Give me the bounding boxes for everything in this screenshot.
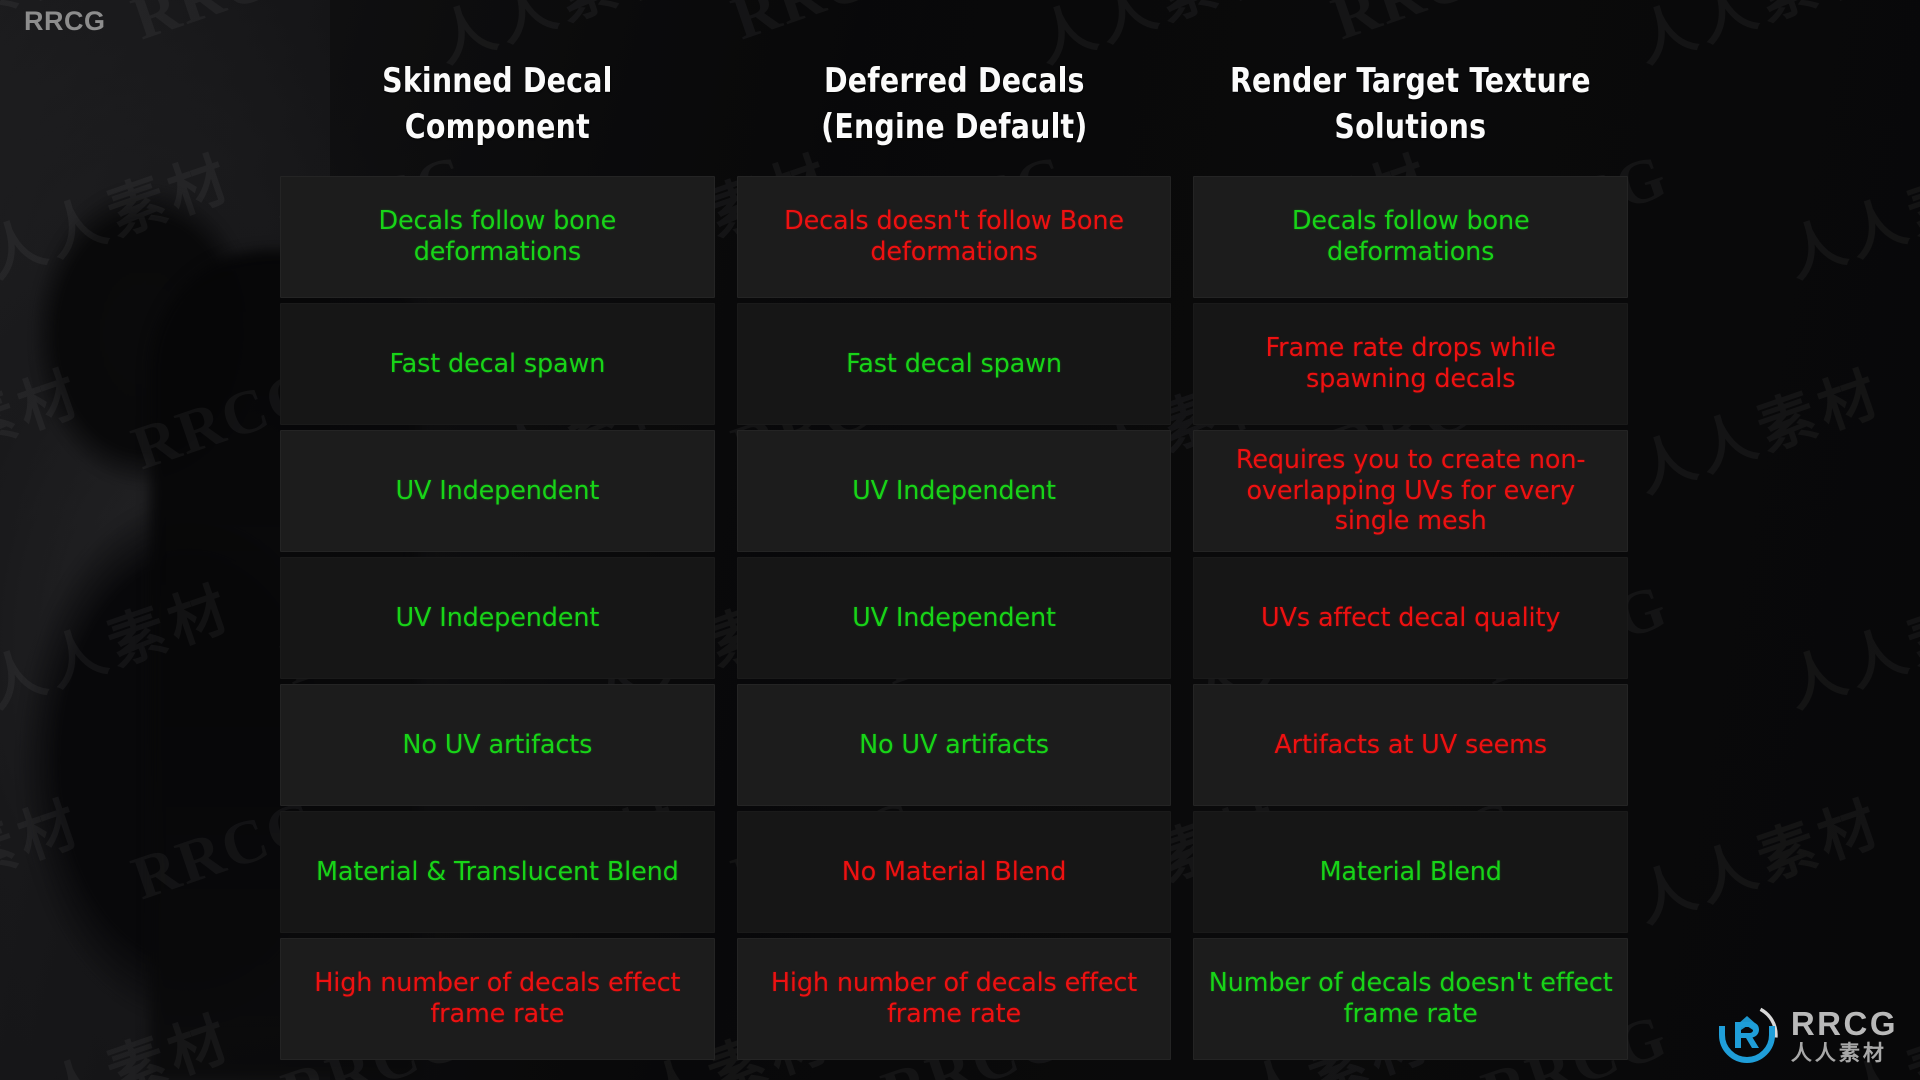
feature-limitation-text: UVs affect decal quality — [1261, 602, 1561, 633]
comparison-cell: No UV artifacts — [736, 684, 1172, 806]
feature-supported-text: UV Independent — [395, 602, 600, 633]
column-header: Deferred Decals (Engine Default) — [737, 34, 1172, 176]
feature-limitation-text: Frame rate drops while spawning decals — [1265, 333, 1556, 394]
comparison-cell: UV Independent — [280, 430, 715, 552]
feature-supported-text: UV Independent — [852, 602, 1056, 633]
column-header-label: Deferred Decals (Engine Default) — [820, 61, 1088, 147]
feature-limitation-text: Artifacts at UV seems — [1274, 729, 1547, 760]
column-header: Render Target Texture Solutions — [1193, 34, 1628, 176]
comparison-cell: Material Blend — [1193, 811, 1629, 933]
comparison-cell: UVs affect decal quality — [1193, 557, 1629, 679]
comparison-column: Render Target Texture Solutions Decals fo… — [1193, 34, 1629, 1065]
comparison-cell: Requires you to create non-overlapping U… — [1193, 430, 1629, 552]
comparison-cell: UV Independent — [736, 557, 1172, 679]
feature-limitation-text: Decals doesn't follow Bone deformations — [784, 206, 1124, 267]
rrcg-circle-monogram-icon — [1716, 1004, 1778, 1066]
feature-supported-text: Decals follow bone deformations — [1291, 206, 1530, 267]
comparison-table: Skinned Decal Component Decals follow bon… — [280, 34, 1629, 1065]
comparison-cell: High number of decals effect frame rate — [736, 938, 1172, 1060]
feature-limitation-text: High number of decals effect frame rate — [770, 968, 1138, 1029]
feature-supported-text: No UV artifacts — [402, 729, 593, 760]
comparison-cell: High number of decals effect frame rate — [280, 938, 715, 1060]
feature-supported-text: Material & Translucent Blend — [315, 856, 679, 887]
rrcg-logo-subtitle: 人人素材 — [1790, 1040, 1887, 1065]
comparison-column: Deferred Decals (Engine Default) Decals d… — [736, 34, 1172, 1065]
comparison-cell: Fast decal spawn — [736, 303, 1172, 425]
rrcg-logo-text: RRCG 人人素材 — [1791, 1007, 1898, 1064]
column-header: Skinned Decal Component — [280, 34, 715, 176]
comparison-cell: Decals follow bone deformations — [280, 176, 715, 298]
comparison-cell: Decals follow bone deformations — [1193, 176, 1629, 298]
comparison-cell: Fast decal spawn — [280, 303, 715, 425]
comparison-cell: No Material Blend — [736, 811, 1172, 933]
feature-limitation-text: High number of decals effect frame rate — [314, 968, 681, 1029]
rrcg-logo: RRCG 人人素材 — [1716, 1004, 1898, 1066]
feature-supported-text: Fast decal spawn — [389, 348, 606, 379]
brand-top-left: RRCG — [24, 6, 106, 36]
comparison-cell: Number of decals doesn't effect frame ra… — [1193, 938, 1629, 1060]
rrcg-logo-title: RRCG — [1790, 1004, 1898, 1042]
feature-supported-text: UV Independent — [852, 475, 1056, 506]
comparison-cell: UV Independent — [736, 430, 1172, 552]
feature-supported-text: No UV artifacts — [859, 729, 1049, 760]
comparison-column: Skinned Decal Component Decals follow bon… — [280, 34, 715, 1065]
feature-supported-text: Decals follow bone deformations — [378, 206, 617, 267]
comparison-cell: Decals doesn't follow Bone deformations — [736, 176, 1172, 298]
comparison-cell: Artifacts at UV seems — [1193, 684, 1629, 806]
comparison-cell: No UV artifacts — [280, 684, 715, 806]
comparison-cell: UV Independent — [280, 557, 715, 679]
comparison-cell: Material & Translucent Blend — [280, 811, 715, 933]
slide-canvas: RRCG人人素材RRCG人人素材RRCG人人素材RRCG人人素材RRCG人人素材… — [0, 0, 1920, 1080]
feature-supported-text: Material Blend — [1319, 856, 1502, 887]
column-header-label: Skinned Decal Component — [382, 61, 613, 147]
feature-supported-text: Number of decals doesn't effect frame ra… — [1208, 968, 1613, 1029]
feature-supported-text: UV Independent — [395, 475, 600, 506]
feature-supported-text: Fast decal spawn — [846, 348, 1062, 379]
feature-limitation-text: No Material Blend — [841, 856, 1067, 887]
feature-limitation-text: Requires you to create non-overlapping U… — [1235, 445, 1586, 537]
column-header-label: Render Target Texture Solutions — [1230, 61, 1592, 147]
comparison-cell: Frame rate drops while spawning decals — [1193, 303, 1629, 425]
